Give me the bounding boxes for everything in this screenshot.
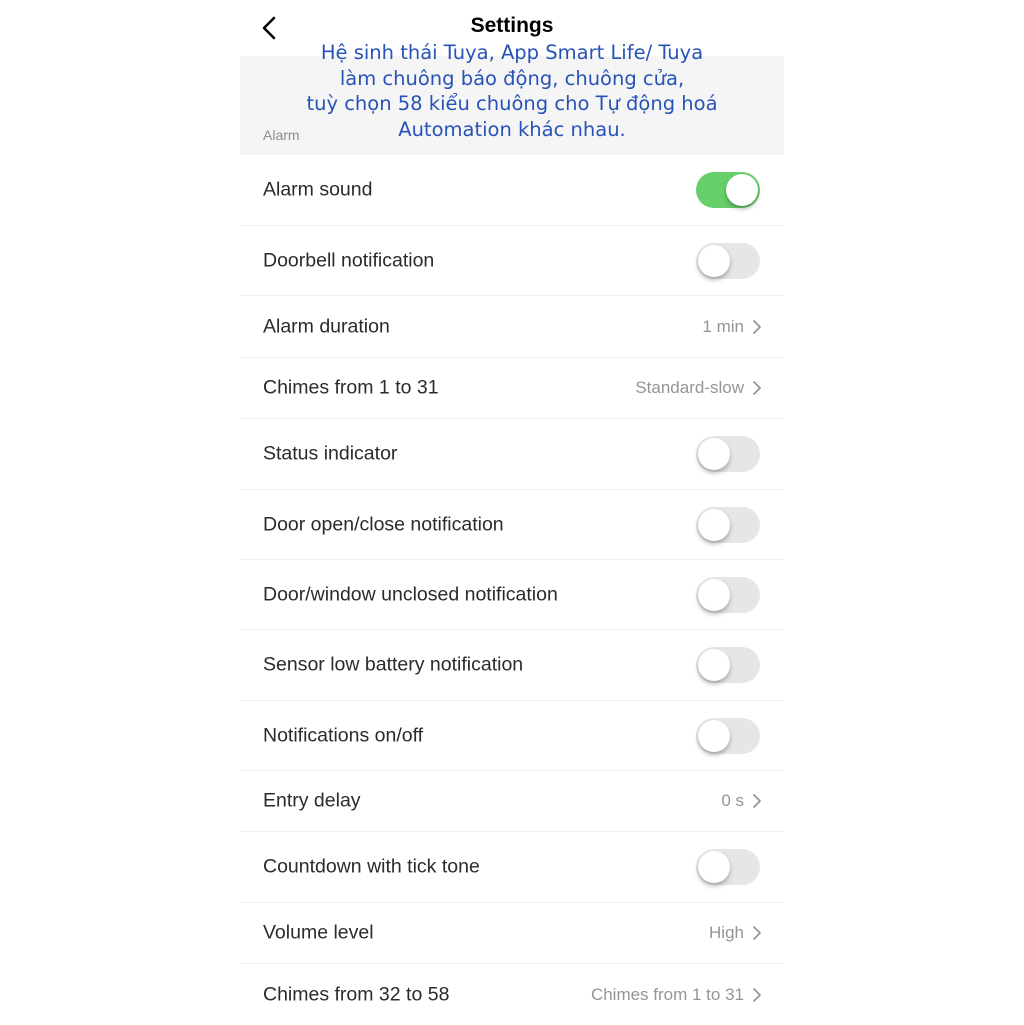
row-label: Status indicator	[263, 442, 398, 465]
notifications-on-off-toggle[interactable]	[696, 717, 760, 754]
page-title: Settings	[470, 14, 554, 37]
setting-row-door-open-close[interactable]: Door open/close notification	[240, 490, 784, 560]
toggle-knob	[698, 508, 730, 541]
settings-list: Alarm sound Doorbell notification Alarm …	[240, 155, 784, 1025]
toggle-knob	[698, 438, 730, 470]
door-window-unclosed-toggle[interactable]	[696, 576, 760, 613]
row-label: Volume level	[263, 921, 374, 944]
toggle-knob	[698, 719, 730, 752]
chimes-1-31-value: Standard-slow	[635, 378, 744, 397]
toggle-knob	[698, 649, 730, 681]
row-value: High	[709, 923, 762, 943]
row-label: Countdown with tick tone	[263, 855, 480, 878]
countdown-tick-tone-toggle[interactable]	[696, 849, 760, 885]
row-value: 0 s	[721, 791, 762, 811]
setting-row-doorbell-notification[interactable]: Doorbell notification	[240, 226, 784, 296]
chevron-right-icon	[753, 381, 761, 395]
toggle-knob	[698, 851, 730, 883]
row-label: Chimes from 1 to 31	[263, 376, 439, 399]
status-indicator-toggle[interactable]	[696, 436, 760, 472]
chimes-32-58-value: Chimes from 1 to 31	[590, 984, 744, 1004]
chevron-right-icon	[753, 987, 761, 1002]
setting-row-countdown-tick-tone[interactable]: Countdown with tick tone	[240, 832, 784, 903]
row-label: Sensor low battery notification	[263, 653, 524, 676]
row-value: 1 min	[702, 317, 762, 337]
volume-level-value: High	[709, 923, 744, 942]
row-value: Standard-slow	[635, 378, 762, 398]
chevron-right-icon	[753, 319, 761, 334]
door-open-close-toggle[interactable]	[696, 506, 760, 543]
row-label: Entry delay	[263, 789, 361, 812]
row-label: Alarm duration	[263, 315, 390, 337]
setting-row-sensor-low-battery[interactable]: Sensor low battery notification	[240, 630, 784, 701]
setting-row-door-window-unclosed[interactable]: Door/window unclosed notification	[240, 560, 784, 630]
chevron-right-icon	[753, 926, 761, 940]
doorbell-notification-toggle[interactable]	[696, 242, 760, 279]
overlay-caption: Hệ sinh thái Tuya, App Smart Life/ Tuya …	[306, 41, 718, 141]
row-label: Alarm sound	[263, 178, 373, 201]
row-label: Doorbell notification	[263, 249, 435, 271]
setting-row-chimes-32-58[interactable]: Chimes from 32 to 58 Chimes from 1 to 31	[240, 964, 784, 1025]
entry-delay-value: 0 s	[721, 791, 744, 810]
toggle-knob	[698, 578, 730, 611]
row-label: Door/window unclosed notification	[263, 583, 558, 605]
row-label: Door open/close notification	[263, 513, 504, 535]
settings-screen: Settings Alarm Hệ sinh thái Tuya, App Sm…	[240, 0, 784, 1024]
toggle-knob	[726, 174, 758, 206]
row-label: Notifications on/off	[263, 724, 424, 746]
setting-row-chimes-1-31[interactable]: Chimes from 1 to 31 Standard-slow	[240, 358, 784, 419]
alarm-duration-value: 1 min	[702, 316, 744, 336]
setting-row-alarm-sound[interactable]: Alarm sound	[240, 155, 784, 226]
setting-row-volume-level[interactable]: Volume level High	[240, 903, 784, 964]
setting-row-status-indicator[interactable]: Status indicator	[240, 419, 784, 490]
setting-row-notifications-on-off[interactable]: Notifications on/off	[240, 701, 784, 771]
setting-row-entry-delay[interactable]: Entry delay 0 s	[240, 771, 784, 832]
chevron-right-icon	[753, 794, 761, 808]
toggle-knob	[698, 244, 730, 277]
row-value: Chimes from 1 to 31	[591, 985, 762, 1005]
setting-row-alarm-duration[interactable]: Alarm duration 1 min	[240, 296, 784, 358]
sensor-low-battery-toggle[interactable]	[696, 647, 760, 683]
alarm-sound-toggle[interactable]	[696, 172, 760, 208]
row-label: Chimes from 32 to 58	[263, 983, 450, 1005]
